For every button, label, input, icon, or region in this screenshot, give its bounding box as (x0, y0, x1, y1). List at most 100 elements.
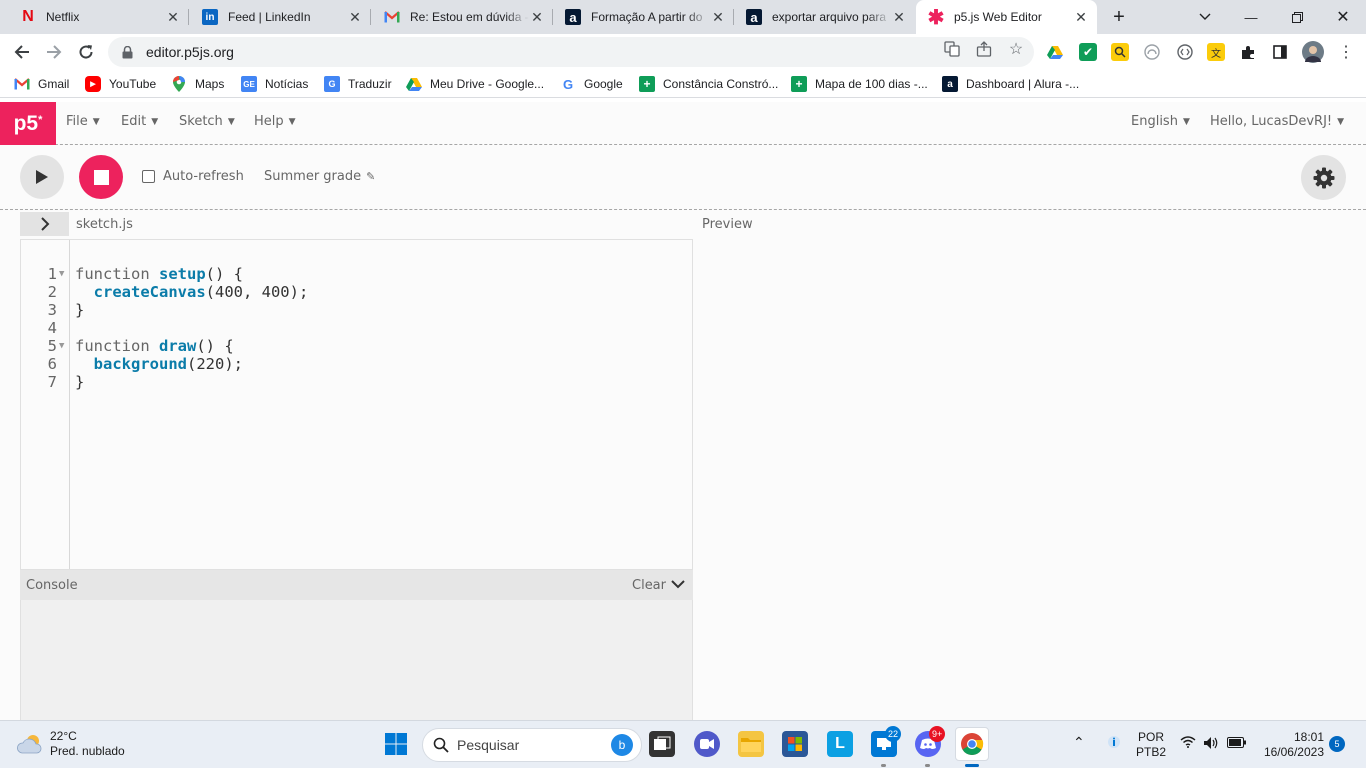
bookmark-meu-drive[interactable]: Meu Drive - Google... (406, 75, 544, 93)
share-icon[interactable] (976, 41, 992, 57)
chrome-icon (961, 733, 984, 755)
tab-alura-exportar[interactable]: a exportar arquivo para ✕ (734, 0, 915, 34)
bookmark-traduzir[interactable]: G Traduzir (324, 75, 392, 93)
chrome-menu-icon[interactable]: ⋮ (1337, 43, 1355, 61)
url-text[interactable]: editor.p5js.org (146, 44, 234, 60)
auto-refresh-toggle[interactable]: Auto-refresh (142, 169, 244, 184)
code-line[interactable]: 7 } (21, 373, 692, 391)
user-menu[interactable]: Hello, LucasDevRJ! ▼ (1210, 114, 1344, 129)
chevron-down-icon[interactable] (670, 576, 686, 592)
close-icon[interactable]: ✕ (529, 9, 545, 25)
fold-icon[interactable]: ▼ (59, 265, 64, 283)
close-icon[interactable]: ✕ (710, 9, 726, 25)
bookmark-maps[interactable]: Maps (171, 75, 224, 93)
auto-refresh-checkbox[interactable] (142, 170, 155, 183)
l-app-icon[interactable]: L (827, 731, 853, 757)
volume-icon[interactable] (1203, 736, 1219, 754)
star-icon[interactable]: ☆ (1008, 41, 1024, 58)
menu-sketch[interactable]: Sketch ▼ (179, 114, 235, 129)
tab-alura-formacao[interactable]: a Formação A partir do ✕ (553, 0, 734, 34)
start-button[interactable] (383, 731, 409, 757)
code-line[interactable]: 5 ▼ function draw() { (21, 337, 692, 355)
p5-logo[interactable]: p5 * (0, 102, 56, 145)
code-text[interactable]: createCanvas(400, 400); (75, 283, 309, 301)
address-bar[interactable]: editor.p5js.org (108, 37, 1034, 67)
file-panel-toggle[interactable] (20, 212, 69, 236)
tray-app-icon[interactable] (1107, 735, 1121, 753)
code-line[interactable]: 3 } (21, 301, 692, 319)
tab-netflix[interactable]: N Netflix ✕ (8, 0, 189, 34)
menu-file[interactable]: File ▼ (66, 114, 100, 129)
code-area[interactable]: 1 ▼ function setup() { 2 createCanvas(40… (21, 265, 692, 391)
menu-edit[interactable]: Edit ▼ (121, 114, 158, 129)
microsoft-store-icon[interactable] (782, 731, 808, 757)
tab-gmail[interactable]: Re: Estou em dúvida - ✕ (372, 0, 553, 34)
code-extension-icon[interactable] (1176, 43, 1194, 61)
running-indicator (925, 764, 930, 767)
checkmark-extension-icon[interactable]: ✔ (1079, 43, 1097, 61)
code-text[interactable]: function draw() { (75, 337, 234, 355)
close-icon[interactable]: ✕ (347, 9, 363, 25)
code-line[interactable]: 6 background(220); (21, 355, 692, 373)
window-close-button[interactable]: ✕ (1320, 0, 1366, 34)
lock-icon[interactable] (120, 45, 134, 59)
google-drive-icon[interactable] (1046, 43, 1064, 61)
battery-icon[interactable] (1227, 737, 1247, 752)
notification-center-badge[interactable]: 5 (1329, 736, 1345, 752)
profile-avatar[interactable] (1302, 41, 1324, 63)
minimize-button[interactable]: — (1228, 0, 1274, 34)
reload-button[interactable] (72, 38, 100, 66)
code-text[interactable]: function setup() { (75, 265, 243, 283)
headphones-extension-icon[interactable] (1143, 43, 1161, 61)
forward-button[interactable] (40, 38, 68, 66)
tab-p5js[interactable]: ✱ p5.js Web Editor ✕ (916, 0, 1097, 34)
code-text[interactable]: } (75, 373, 84, 391)
bookmark-noticias[interactable]: GE Notícias (241, 75, 308, 93)
bookmark-dashboard-alura[interactable]: a Dashboard | Alura -... (942, 75, 1079, 93)
code-line[interactable]: 1 ▼ function setup() { (21, 265, 692, 283)
task-view-button[interactable] (649, 731, 675, 757)
input-language[interactable]: POR PTB2 (1136, 730, 1166, 760)
code-editor[interactable]: 1 ▼ function setup() { 2 createCanvas(40… (20, 239, 693, 570)
code-line[interactable]: 4 (21, 319, 692, 337)
language-menu[interactable]: English ▼ (1131, 114, 1190, 129)
bookmark-mapa-100-dias[interactable]: + Mapa de 100 dias -... (791, 75, 928, 93)
play-button[interactable] (20, 155, 64, 199)
chrome-taskbar-button[interactable] (955, 727, 989, 761)
code-text[interactable]: background(220); (75, 355, 243, 373)
sketch-name[interactable]: Summer grade ✎ (264, 169, 375, 184)
close-icon[interactable]: ✕ (165, 9, 181, 25)
tray-overflow-icon[interactable]: ⌃ (1073, 735, 1085, 750)
pencil-icon[interactable]: ✎ (366, 170, 375, 183)
menu-help[interactable]: Help ▼ (254, 114, 296, 129)
code-line[interactable]: 2 createCanvas(400, 400); (21, 283, 692, 301)
teams-chat-icon[interactable] (694, 731, 720, 757)
translate-extension-icon[interactable]: 文 (1207, 43, 1225, 61)
side-panel-icon[interactable] (1271, 43, 1289, 61)
settings-button[interactable] (1301, 155, 1346, 200)
weather-widget[interactable]: 22°C Pred. nublado (16, 729, 125, 759)
tab-linkedin[interactable]: in Feed | LinkedIn ✕ (190, 0, 371, 34)
search-extension-icon[interactable] (1111, 43, 1129, 61)
restore-button[interactable] (1274, 0, 1320, 34)
close-icon[interactable]: ✕ (1073, 9, 1089, 25)
back-button[interactable] (8, 38, 36, 66)
bookmark-youtube[interactable]: ▶ YouTube (85, 75, 156, 93)
stop-button[interactable] (79, 155, 123, 199)
clock[interactable]: 18:01 16/06/2023 (1258, 730, 1324, 760)
bookmark-gmail[interactable]: Gmail (14, 75, 69, 93)
wifi-icon[interactable] (1180, 736, 1196, 752)
translate-icon[interactable] (944, 41, 960, 57)
puzzle-icon[interactable] (1239, 43, 1257, 61)
bing-icon[interactable]: b (611, 734, 633, 756)
fold-icon[interactable]: ▼ (59, 337, 64, 355)
taskbar-search[interactable]: Pesquisar b (422, 728, 642, 762)
bookmark-google[interactable]: G Google (560, 75, 623, 93)
console-clear-button[interactable]: Clear (632, 578, 666, 593)
new-tab-button[interactable]: + (1107, 5, 1131, 29)
close-icon[interactable]: ✕ (891, 9, 907, 25)
tab-search-button[interactable] (1182, 0, 1228, 34)
code-text[interactable]: } (75, 301, 84, 319)
file-explorer-icon[interactable] (738, 731, 764, 757)
bookmark-constancia[interactable]: + Constância Constró... (639, 75, 778, 93)
